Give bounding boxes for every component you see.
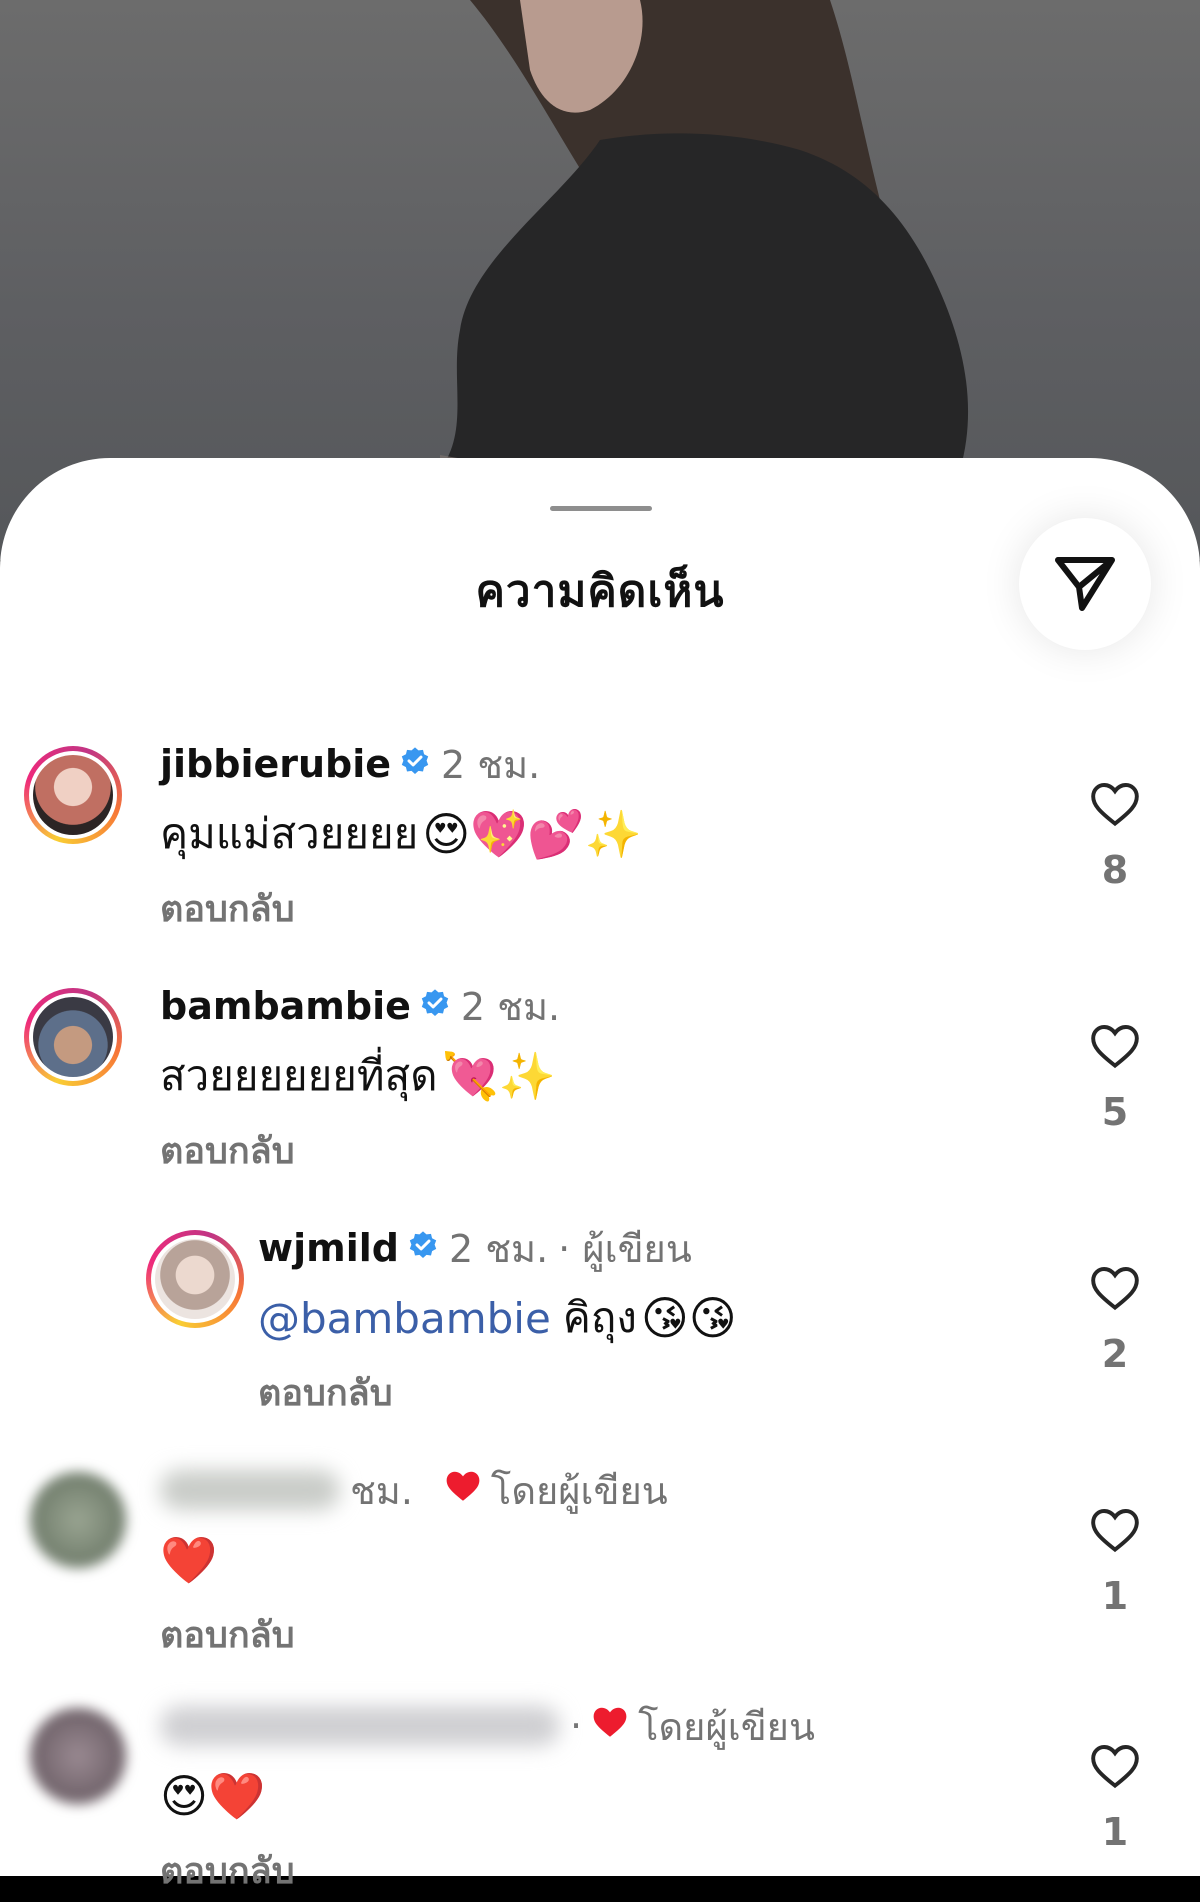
like-count: 2 [1101,1332,1129,1376]
verified-badge-icon [399,746,431,782]
verified-badge-icon [407,1230,439,1266]
heart-outline-icon [1091,783,1139,827]
liked-by-author-label: โดยผู้เขียน [638,1704,815,1749]
comment-time: ชม. [350,1468,413,1513]
reply-button[interactable]: ตอบกลับ [160,1842,295,1899]
comment-time: 2 ชม. [448,1226,549,1271]
avatar[interactable] [24,746,122,844]
comment-username[interactable]: bambambie [160,984,411,1028]
comment-emojis: 😘😘 [640,1291,737,1345]
reply-comment-item: wjmild 2 ชม. · ผู้เขียน @bambambie คิถุง… [0,1224,1200,1424]
blurred-username [160,1470,340,1510]
verified-badge-icon [419,988,451,1024]
heart-outline-icon [1091,1509,1139,1553]
liked-heart-icon [590,1704,630,1749]
comment-item: bambambie 2 ชม. สวยยยยยยที่สุด 💘✨ ตอบกลั… [0,982,1200,1182]
mention-link[interactable]: @bambambie [258,1294,551,1343]
share-button[interactable] [1019,518,1151,650]
like-count: 1 [1101,1574,1129,1618]
like-button[interactable] [1085,1264,1145,1316]
comment-item: · โดยผู้เขียน 😍❤️ ตอบกลับ 1 [0,1702,1200,1902]
comment-username[interactable]: wjmild [258,1226,399,1270]
comment-time: 2 ชม. [441,742,541,787]
heart-outline-icon [1091,1745,1139,1789]
liked-by-author-label: โดยผู้เขียน [490,1468,668,1513]
avatar[interactable] [30,1472,126,1568]
reply-button[interactable]: ตอบกลับ [160,1606,295,1663]
like-button[interactable] [1085,1022,1145,1074]
liked-heart-icon [443,1468,483,1513]
comments-sheet: ความคิดเห็น jibbierubie 2 ชม. คุมแม่สวยย… [0,458,1200,1892]
heart-outline-icon [1091,1267,1139,1311]
comment-item: jibbierubie 2 ชม. คุมแม่สวยยยย 😍💖💕✨ ตอบก… [0,740,1200,940]
comment-time: · [570,1704,583,1748]
comment-emojis: 💘✨ [441,1048,557,1103]
author-tag: · ผู้เขียน [558,1226,692,1271]
comment-text: สวยยยยยยที่สุด [160,1051,438,1100]
avatar[interactable] [146,1230,244,1328]
comment-item: ชม. โดยผู้เขียน ❤️ ตอบกลับ 1 [0,1466,1200,1666]
comment-time: 2 ชม. [460,984,561,1029]
avatar[interactable] [24,988,122,1086]
heart-outline-icon [1091,1025,1139,1069]
reply-button[interactable]: ตอบกลับ [160,1122,295,1179]
blurred-username [160,1706,560,1746]
comment-text: คิถุง [562,1293,637,1342]
avatar[interactable] [30,1708,126,1804]
like-button[interactable] [1085,1506,1145,1558]
sheet-drag-handle[interactable] [550,506,652,511]
comment-username[interactable]: jibbierubie [160,742,391,786]
send-paper-plane-icon [1055,557,1115,611]
reply-button[interactable]: ตอบกลับ [258,1364,393,1421]
comment-text: คุมแม่สวยยยย [160,809,419,858]
like-count: 5 [1101,1090,1129,1134]
comment-emojis: ❤️ [160,1532,218,1587]
like-count: 1 [1101,1810,1129,1854]
like-button[interactable] [1085,1742,1145,1794]
like-button[interactable] [1085,780,1145,832]
comment-emojis: 😍❤️ [160,1768,266,1823]
comment-emojis: 😍💖💕✨ [422,806,642,861]
like-count: 8 [1101,848,1129,892]
reply-button[interactable]: ตอบกลับ [160,880,295,937]
